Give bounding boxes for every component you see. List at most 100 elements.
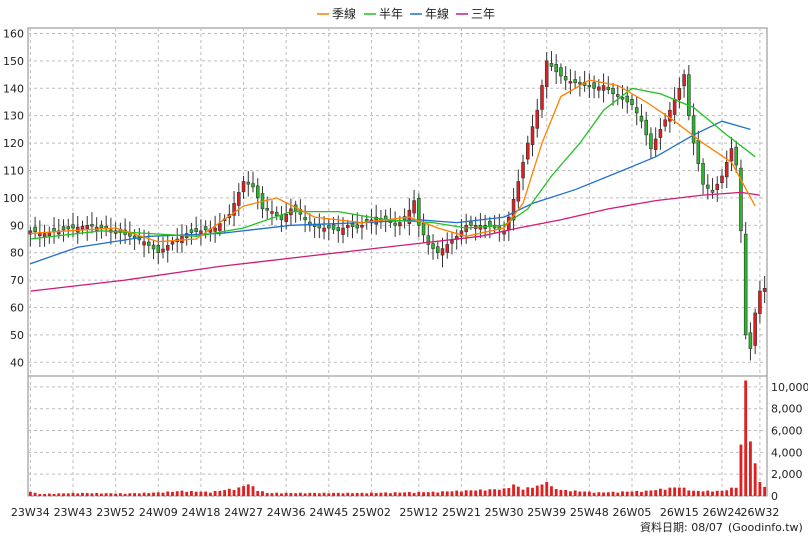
candle-up: [341, 227, 345, 235]
volume-bar: [706, 490, 710, 496]
candle-down: [33, 226, 37, 232]
data-date-label: 資料日期: 08/07: [640, 520, 723, 534]
x-tick-label: 24W18: [181, 506, 220, 519]
x-tick-label: 25W02: [352, 506, 391, 519]
volume-bar: [531, 487, 534, 496]
candle-down: [393, 222, 397, 226]
volume-bar: [568, 491, 572, 496]
volume-bar: [493, 489, 497, 496]
candle-up: [715, 183, 720, 190]
candle-down: [255, 185, 260, 199]
volume-bar: [332, 492, 335, 496]
candle-down: [743, 233, 748, 336]
candle-up: [601, 85, 606, 91]
volume-bar: [251, 486, 255, 496]
candle-up: [412, 200, 416, 214]
grid: [28, 28, 767, 497]
volume-bar: [635, 490, 639, 496]
volume-bar: [327, 493, 331, 496]
volume-bar: [412, 492, 416, 496]
volume-bar: [630, 491, 634, 496]
volume-bar: [81, 492, 84, 496]
candle-down: [644, 119, 648, 136]
volume-bar: [753, 463, 757, 496]
candle-down: [151, 244, 156, 250]
volume-bar: [715, 490, 719, 496]
volume-bar: [393, 492, 397, 496]
volume-bar: [654, 490, 658, 496]
volume-bars: [28, 380, 767, 496]
volume-bar: [540, 484, 544, 496]
candle-down: [748, 332, 753, 349]
candle-up: [568, 81, 573, 84]
price-tick-label: 110: [3, 164, 24, 177]
candle-down: [421, 222, 426, 236]
candle-up: [653, 138, 658, 150]
volume-bar: [464, 490, 468, 496]
volume-bar: [223, 490, 227, 496]
volume-bar: [426, 492, 430, 496]
volume-bar: [261, 491, 264, 496]
volume-bar: [171, 491, 174, 496]
x-tick-label: 23W34: [11, 506, 50, 519]
candle-down: [620, 97, 625, 100]
candle-down: [706, 184, 710, 189]
candle-down: [616, 94, 620, 97]
candle-up: [540, 85, 544, 110]
volume-bar: [246, 484, 250, 496]
volume-bar: [275, 492, 279, 496]
candle-up: [663, 119, 667, 127]
volume-bar: [204, 491, 208, 496]
price-tick-label: 90: [10, 219, 24, 232]
volume-bar: [147, 493, 151, 496]
candle-up: [729, 148, 734, 162]
candle-up: [724, 161, 729, 178]
volume-bar: [237, 487, 241, 496]
volume-bar: [649, 490, 653, 496]
x-tick-label: 26W05: [613, 506, 652, 519]
volume-bar: [100, 493, 103, 496]
candle-up: [345, 224, 350, 228]
candle-down: [625, 95, 630, 103]
volume-bar: [535, 485, 539, 496]
candle-down: [317, 224, 322, 229]
volume-bar: [190, 490, 193, 496]
candle-down: [265, 208, 269, 211]
candle-up: [597, 86, 601, 91]
price-tick-label: 70: [10, 274, 24, 287]
x-tick-label: 24W36: [267, 506, 306, 519]
price-panel: [27, 27, 768, 377]
candle-up: [526, 142, 530, 160]
volume-bar: [180, 490, 184, 496]
volume-bar: [71, 492, 75, 496]
volume-bar: [128, 493, 132, 496]
volume-bar: [66, 493, 70, 496]
candle-up: [440, 248, 445, 256]
candle-up: [237, 192, 241, 206]
volume-tick-label: 10,000: [771, 381, 808, 394]
volume-bar: [185, 491, 189, 496]
volume-bar: [90, 493, 94, 496]
volume-bar: [668, 487, 672, 496]
candle-up: [445, 244, 450, 253]
volume-bar: [341, 493, 345, 496]
volume-bar: [308, 492, 312, 496]
candle-up: [165, 245, 170, 251]
volume-bar: [407, 492, 411, 496]
candle-up: [677, 87, 682, 100]
volume-bar: [734, 487, 738, 496]
volume-tick-label: 6,000: [771, 425, 803, 438]
volume-tick-label: 8,000: [771, 403, 803, 416]
candle-up: [241, 181, 246, 193]
volume-bar: [564, 489, 568, 496]
legend: 季線 半年 年線 三年: [317, 6, 495, 21]
ma-three-year-line: [30, 191, 760, 292]
legend-three-year-label: 三年: [471, 7, 495, 21]
volume-bar: [739, 444, 743, 496]
candle-up: [47, 232, 52, 237]
volume-bar: [28, 491, 32, 496]
volume-bar: [227, 488, 231, 496]
volume-bar: [317, 493, 321, 496]
x-tick-label: 23W43: [54, 506, 93, 519]
volume-bar: [114, 493, 118, 496]
